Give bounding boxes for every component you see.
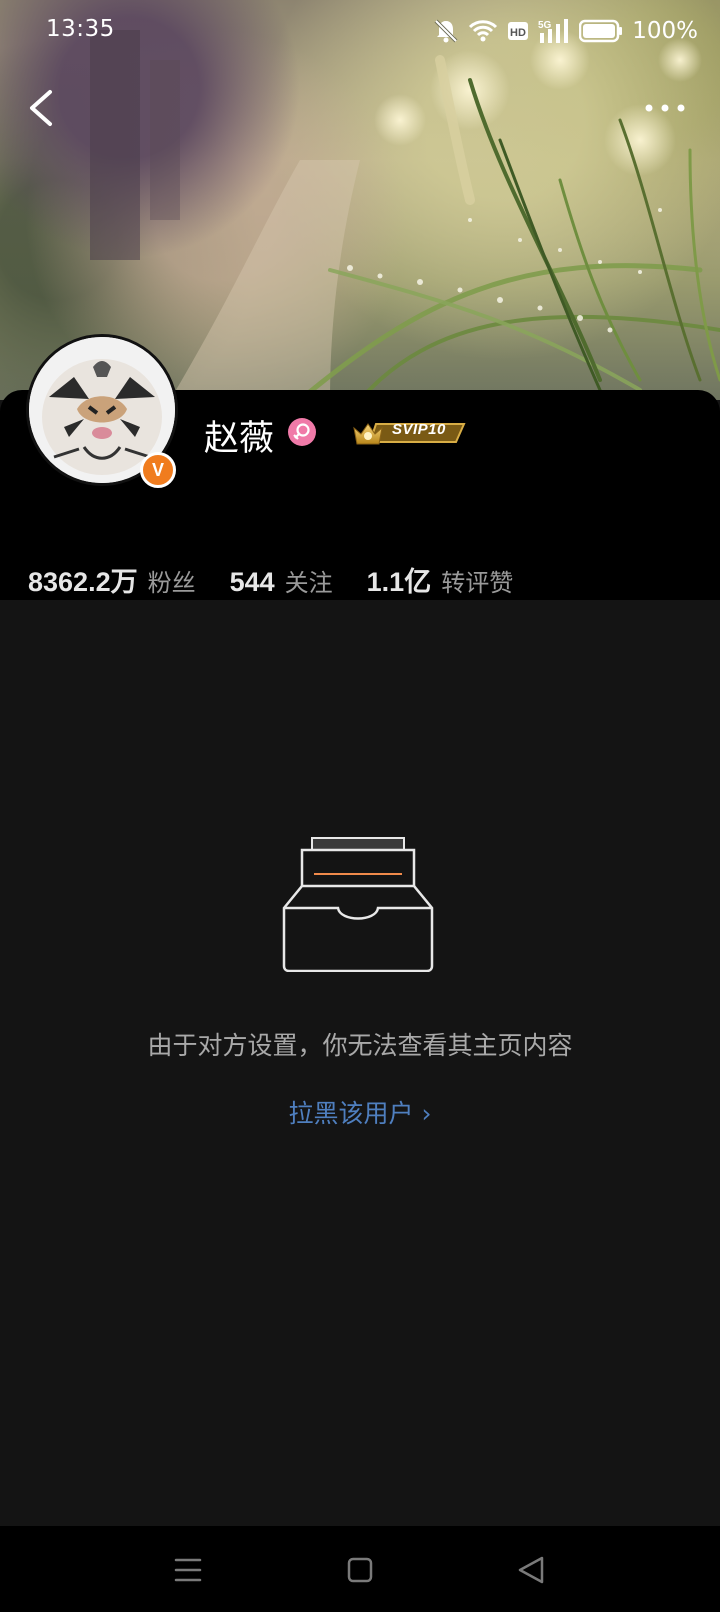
stat-value: 8362.2万 xyxy=(28,567,138,597)
profile-stats: 8362.2万 粉丝 544 关注 1.1亿 转评赞 xyxy=(28,560,547,599)
block-user-label: 拉黑该用户 xyxy=(288,1099,414,1128)
back-triangle-icon xyxy=(518,1556,544,1584)
vip-level-text: SVIP10 xyxy=(392,421,446,438)
stat-value: 1.1亿 xyxy=(366,567,432,597)
5g-signal-icon: 5G xyxy=(538,19,569,43)
status-time: 13:35 xyxy=(46,16,115,42)
stat-label: 转评赞 xyxy=(441,569,514,597)
chevron-left-icon xyxy=(30,90,52,126)
system-back-button[interactable] xyxy=(510,1548,554,1592)
empty-box-icon xyxy=(282,836,438,973)
verified-v-icon: V xyxy=(140,452,176,488)
female-icon xyxy=(288,418,316,446)
battery-icon xyxy=(579,19,623,43)
menu-icon xyxy=(174,1558,202,1582)
home-button[interactable] xyxy=(338,1548,382,1592)
chevron-right-icon: › xyxy=(421,1099,432,1128)
stat-value: 544 xyxy=(229,567,275,597)
back-button[interactable] xyxy=(20,84,64,132)
system-nav-bar xyxy=(0,1526,720,1612)
block-user-link[interactable]: 拉黑该用户 › xyxy=(0,1094,720,1130)
stat-followers[interactable]: 8362.2万 粉丝 xyxy=(28,560,196,599)
status-icons: HD 5G 100% xyxy=(433,14,698,48)
profile-name: 赵薇 xyxy=(204,419,275,459)
stat-label: 粉丝 xyxy=(147,569,196,597)
battery-percent: 100% xyxy=(632,18,698,44)
svip-badge[interactable]: SVIP10 xyxy=(352,416,470,448)
stat-label: 关注 xyxy=(284,569,333,597)
home-square-icon xyxy=(347,1557,373,1583)
more-options-button[interactable] xyxy=(640,88,690,128)
wifi-icon xyxy=(469,20,498,42)
status-bar: 13:35 HD 5G 100% xyxy=(0,0,720,64)
recent-apps-button[interactable] xyxy=(166,1548,210,1592)
svg-text:HD: HD xyxy=(510,27,526,39)
more-dots-icon xyxy=(645,104,685,112)
empty-state-message: 由于对方设置，你无法查看其主页内容 xyxy=(147,1031,573,1060)
stat-interactions[interactable]: 1.1亿 转评赞 xyxy=(367,560,514,599)
mute-bell-icon xyxy=(434,19,458,43)
hd-icon: HD xyxy=(508,22,529,40)
stat-following[interactable]: 544 关注 xyxy=(230,563,333,598)
verified-letter: V xyxy=(151,460,164,480)
